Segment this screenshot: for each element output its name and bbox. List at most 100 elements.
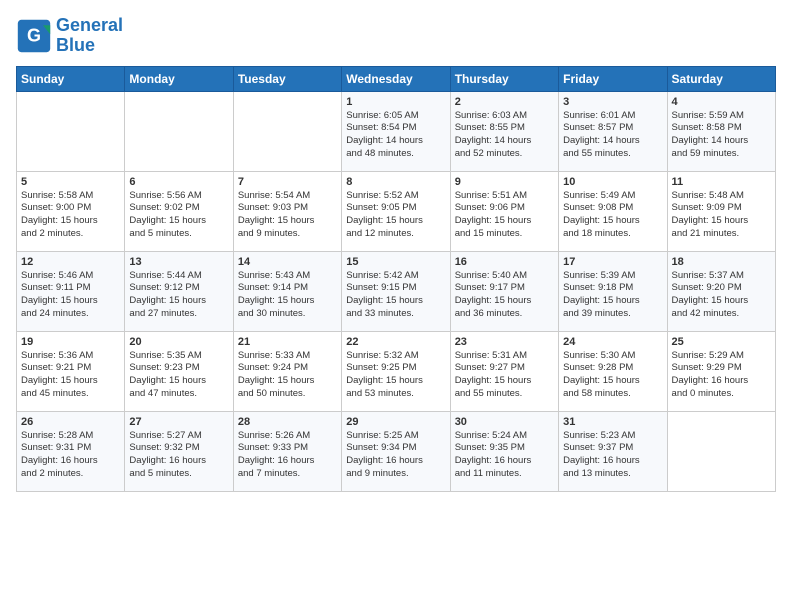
day-number: 25: [672, 336, 771, 348]
day-info: Sunrise: 5:59 AM Sunset: 8:58 PM Dayligh…: [672, 110, 771, 161]
day-number: 8: [346, 176, 445, 188]
day-number: 1: [346, 96, 445, 108]
calendar-cell: 11 Sunrise: 5:48 AM Sunset: 9:09 PM Dayli…: [667, 171, 775, 251]
calendar-cell: [125, 91, 233, 171]
calendar-cell: 2 Sunrise: 6:03 AM Sunset: 8:55 PM Daylig…: [450, 91, 558, 171]
logo-text-line2: Blue: [56, 36, 123, 56]
day-info: Sunrise: 6:05 AM Sunset: 8:54 PM Dayligh…: [346, 110, 445, 161]
day-number: 3: [563, 96, 662, 108]
day-info: Sunrise: 5:24 AM Sunset: 9:35 PM Dayligh…: [455, 430, 554, 481]
day-info: Sunrise: 5:30 AM Sunset: 9:28 PM Dayligh…: [563, 350, 662, 401]
header-tuesday: Tuesday: [233, 66, 341, 91]
day-info: Sunrise: 5:51 AM Sunset: 9:06 PM Dayligh…: [455, 190, 554, 241]
day-info: Sunrise: 5:52 AM Sunset: 9:05 PM Dayligh…: [346, 190, 445, 241]
day-info: Sunrise: 5:28 AM Sunset: 9:31 PM Dayligh…: [21, 430, 120, 481]
calendar-cell: 23Sunrise: 5:31 AM Sunset: 9:27 PM Dayli…: [450, 331, 558, 411]
day-info: Sunrise: 5:25 AM Sunset: 9:34 PM Dayligh…: [346, 430, 445, 481]
day-number: 29: [346, 416, 445, 428]
calendar-cell: 19 Sunrise: 5:36 AM Sunset: 9:21 PM Dayli…: [17, 331, 125, 411]
calendar-cell: 7 Sunrise: 5:54 AM Sunset: 9:03 PM Daylig…: [233, 171, 341, 251]
day-info: Sunrise: 5:23 AM Sunset: 9:37 PM Dayligh…: [563, 430, 662, 481]
calendar-table: SundayMondayTuesdayWednesdayThursdayFrid…: [16, 66, 776, 492]
header-sunday: Sunday: [17, 66, 125, 91]
day-number: 26: [21, 416, 120, 428]
calendar-cell: 20Sunrise: 5:35 AM Sunset: 9:23 PM Dayli…: [125, 331, 233, 411]
day-info: Sunrise: 5:31 AM Sunset: 9:27 PM Dayligh…: [455, 350, 554, 401]
day-info: Sunrise: 5:56 AM Sunset: 9:02 PM Dayligh…: [129, 190, 228, 241]
calendar-header-row: SundayMondayTuesdayWednesdayThursdayFrid…: [17, 66, 776, 91]
calendar-cell: 14 Sunrise: 5:43 AM Sunset: 9:14 PM Dayli…: [233, 251, 341, 331]
day-number: 11: [672, 176, 771, 188]
header-friday: Friday: [559, 66, 667, 91]
calendar-cell: 6 Sunrise: 5:56 AM Sunset: 9:02 PM Daylig…: [125, 171, 233, 251]
header-wednesday: Wednesday: [342, 66, 450, 91]
day-info: Sunrise: 5:44 AM Sunset: 9:12 PM Dayligh…: [129, 270, 228, 321]
day-info: Sunrise: 5:49 AM Sunset: 9:08 PM Dayligh…: [563, 190, 662, 241]
day-number: 15: [346, 256, 445, 268]
calendar-cell: 16Sunrise: 5:40 AM Sunset: 9:17 PM Dayli…: [450, 251, 558, 331]
logo-icon: G: [16, 18, 52, 54]
header-thursday: Thursday: [450, 66, 558, 91]
day-number: 4: [672, 96, 771, 108]
day-number: 21: [238, 336, 337, 348]
calendar-cell: 24 Sunrise: 5:30 AM Sunset: 9:28 PM Dayli…: [559, 331, 667, 411]
day-info: Sunrise: 5:39 AM Sunset: 9:18 PM Dayligh…: [563, 270, 662, 321]
day-info: Sunrise: 5:36 AM Sunset: 9:21 PM Dayligh…: [21, 350, 120, 401]
day-info: Sunrise: 5:32 AM Sunset: 9:25 PM Dayligh…: [346, 350, 445, 401]
calendar-cell: 1 Sunrise: 6:05 AM Sunset: 8:54 PM Daylig…: [342, 91, 450, 171]
day-number: 12: [21, 256, 120, 268]
day-number: 7: [238, 176, 337, 188]
header-saturday: Saturday: [667, 66, 775, 91]
day-number: 20: [129, 336, 228, 348]
calendar-cell: 9 Sunrise: 5:51 AM Sunset: 9:06 PM Daylig…: [450, 171, 558, 251]
calendar-cell: 17 Sunrise: 5:39 AM Sunset: 9:18 PM Dayli…: [559, 251, 667, 331]
calendar-cell: 13Sunrise: 5:44 AM Sunset: 9:12 PM Dayli…: [125, 251, 233, 331]
week-row-5: 26 Sunrise: 5:28 AM Sunset: 9:31 PM Dayli…: [17, 411, 776, 491]
day-info: Sunrise: 5:48 AM Sunset: 9:09 PM Dayligh…: [672, 190, 771, 241]
day-number: 30: [455, 416, 554, 428]
week-row-3: 12Sunrise: 5:46 AM Sunset: 9:11 PM Dayli…: [17, 251, 776, 331]
day-number: 6: [129, 176, 228, 188]
day-info: Sunrise: 5:43 AM Sunset: 9:14 PM Dayligh…: [238, 270, 337, 321]
day-info: Sunrise: 6:03 AM Sunset: 8:55 PM Dayligh…: [455, 110, 554, 161]
week-row-4: 19 Sunrise: 5:36 AM Sunset: 9:21 PM Dayli…: [17, 331, 776, 411]
day-number: 24: [563, 336, 662, 348]
day-number: 19: [21, 336, 120, 348]
calendar-cell: 22Sunrise: 5:32 AM Sunset: 9:25 PM Dayli…: [342, 331, 450, 411]
day-number: 2: [455, 96, 554, 108]
day-info: Sunrise: 6:01 AM Sunset: 8:57 PM Dayligh…: [563, 110, 662, 161]
day-number: 28: [238, 416, 337, 428]
day-info: Sunrise: 5:42 AM Sunset: 9:15 PM Dayligh…: [346, 270, 445, 321]
calendar-cell: 18 Sunrise: 5:37 AM Sunset: 9:20 PM Dayli…: [667, 251, 775, 331]
calendar-cell: 15 Sunrise: 5:42 AM Sunset: 9:15 PM Dayli…: [342, 251, 450, 331]
week-row-1: 1 Sunrise: 6:05 AM Sunset: 8:54 PM Daylig…: [17, 91, 776, 171]
day-info: Sunrise: 5:26 AM Sunset: 9:33 PM Dayligh…: [238, 430, 337, 481]
calendar-cell: 8 Sunrise: 5:52 AM Sunset: 9:05 PM Daylig…: [342, 171, 450, 251]
calendar-cell: 4 Sunrise: 5:59 AM Sunset: 8:58 PM Daylig…: [667, 91, 775, 171]
day-number: 18: [672, 256, 771, 268]
calendar-cell: [17, 91, 125, 171]
day-number: 9: [455, 176, 554, 188]
calendar-cell: 3 Sunrise: 6:01 AM Sunset: 8:57 PM Daylig…: [559, 91, 667, 171]
day-number: 14: [238, 256, 337, 268]
day-info: Sunrise: 5:54 AM Sunset: 9:03 PM Dayligh…: [238, 190, 337, 241]
calendar-cell: 10Sunrise: 5:49 AM Sunset: 9:08 PM Dayli…: [559, 171, 667, 251]
calendar-cell: 26 Sunrise: 5:28 AM Sunset: 9:31 PM Dayli…: [17, 411, 125, 491]
day-number: 17: [563, 256, 662, 268]
day-number: 5: [21, 176, 120, 188]
day-info: Sunrise: 5:27 AM Sunset: 9:32 PM Dayligh…: [129, 430, 228, 481]
calendar-cell: 5Sunrise: 5:58 AM Sunset: 9:00 PM Daylig…: [17, 171, 125, 251]
calendar-cell: 27 Sunrise: 5:27 AM Sunset: 9:32 PM Dayli…: [125, 411, 233, 491]
day-info: Sunrise: 5:37 AM Sunset: 9:20 PM Dayligh…: [672, 270, 771, 321]
calendar-cell: 30 Sunrise: 5:24 AM Sunset: 9:35 PM Dayli…: [450, 411, 558, 491]
calendar-cell: 29 Sunrise: 5:25 AM Sunset: 9:34 PM Dayli…: [342, 411, 450, 491]
page-header: G General Blue: [16, 16, 776, 56]
calendar-cell: [667, 411, 775, 491]
calendar-cell: 25 Sunrise: 5:29 AM Sunset: 9:29 PM Dayli…: [667, 331, 775, 411]
day-info: Sunrise: 5:29 AM Sunset: 9:29 PM Dayligh…: [672, 350, 771, 401]
day-number: 27: [129, 416, 228, 428]
week-row-2: 5Sunrise: 5:58 AM Sunset: 9:00 PM Daylig…: [17, 171, 776, 251]
header-monday: Monday: [125, 66, 233, 91]
logo: G General Blue: [16, 16, 123, 56]
day-number: 16: [455, 256, 554, 268]
